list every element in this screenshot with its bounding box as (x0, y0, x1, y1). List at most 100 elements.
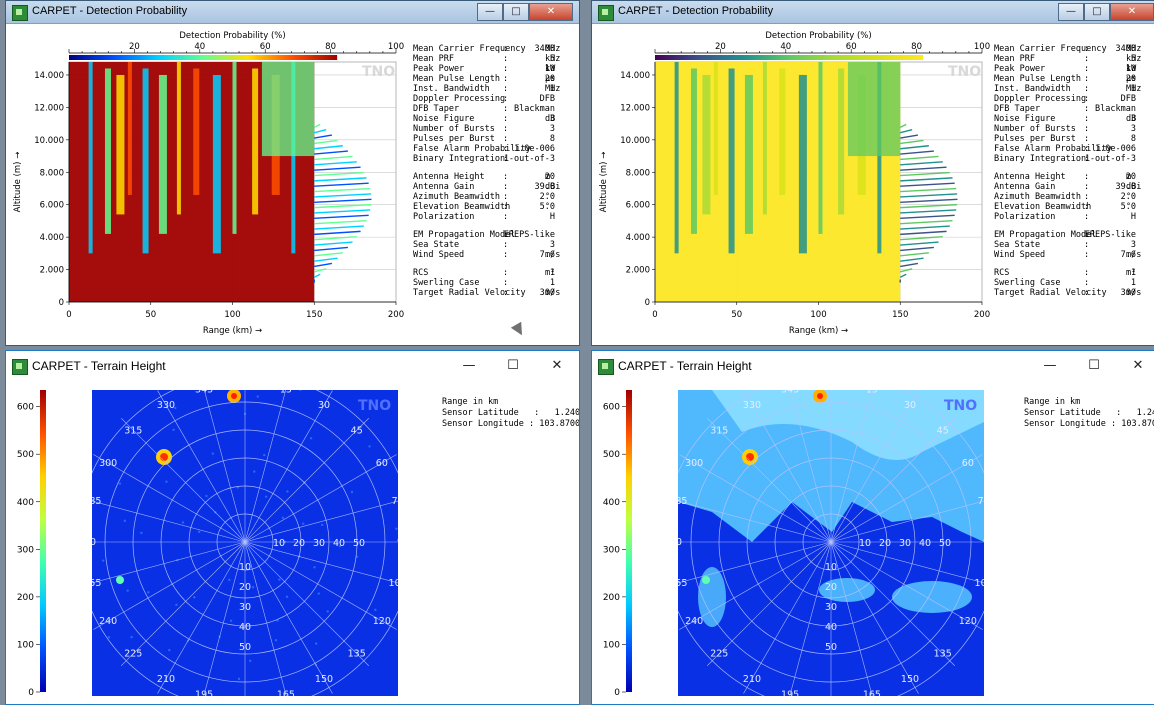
sensor-info: Range in km Sensor Latitude : 1.2400 ° S… (1024, 397, 1154, 430)
title-bar[interactable]: CARPET - Detection Probability — □ ✕ (592, 1, 1154, 24)
x-tick-label: 150 (306, 310, 322, 320)
param-value: 3 (1130, 124, 1136, 134)
y-tick-label: 4.000 (40, 233, 64, 243)
title-bar[interactable]: CARPET - Terrain Height — ☐ ✕ (6, 351, 579, 381)
minimize-button[interactable]: — (1058, 3, 1084, 21)
maximize-button[interactable]: ☐ (1072, 351, 1116, 381)
x-tick-label: 100 (810, 310, 826, 320)
terrain-height-window-left[interactable]: CARPET - Terrain Height — ☐ ✕ 0 100 200 300… (5, 350, 580, 705)
param-name: Number of Bursts (413, 124, 495, 134)
coverage-stripe (176, 62, 181, 215)
param-row: Target Radial Velocity:300 m/s (413, 288, 579, 298)
peak-hotspot (160, 453, 168, 461)
param-name: Peak Power (413, 64, 465, 74)
y-tick-label: 10.000 (620, 136, 650, 146)
coverage-stripe (142, 68, 149, 254)
terrain-height-window-right[interactable]: CARPET - Terrain Height — ☐ ✕ 0 100 200 300… (591, 350, 1154, 705)
param-row: Antenna Height:20 m (413, 172, 579, 182)
maximize-button[interactable]: □ (503, 3, 529, 21)
close-button[interactable]: ✕ (1110, 3, 1154, 21)
close-button[interactable]: ✕ (535, 351, 579, 381)
param-unit: m² (545, 268, 556, 278)
coverage-stripe (88, 62, 93, 254)
param-name: Binary Integration (413, 154, 506, 164)
close-button[interactable]: ✕ (1116, 351, 1154, 381)
title-bar[interactable]: CARPET - Detection Probability — □ ✕ (6, 1, 579, 24)
param-unit: dB (545, 114, 556, 124)
coverage-stripe (838, 68, 845, 215)
azimuth-label: 165 (863, 690, 881, 701)
coverage-stripe (818, 62, 823, 234)
param-row: False Alarm Probability:1.0e-006 (413, 144, 579, 154)
param-row: Number of Bursts: 3 (413, 124, 579, 134)
azimuth-label: 240 (685, 616, 703, 627)
coverage-stripe (744, 74, 753, 234)
param-name: DFB Taper (994, 104, 1041, 114)
maximize-button[interactable]: □ (1084, 3, 1110, 21)
azimuth-label: 60 (962, 458, 974, 469)
colorbar-tick-label: 400 (603, 498, 620, 508)
detection-probability-window-right[interactable]: CARPET - Detection Probability — □ ✕ Det… (591, 0, 1154, 346)
param-row: EM Propagation Model: EREPS-like (413, 230, 579, 240)
detection-probability-window-left[interactable]: CARPET - Detection Probability — □ ✕ Det… (5, 0, 580, 346)
param-row: Binary Integration:1-out-of-3 (413, 154, 579, 164)
param-name: EM Propagation Model (994, 230, 1097, 240)
param-value: H (1130, 212, 1136, 222)
coverage-stripe (158, 74, 167, 234)
azimuth-label: 120 (959, 616, 977, 627)
terrain-speck (350, 490, 354, 494)
param-colon: : (1084, 124, 1090, 134)
param-row: Swerling Case: 1 (413, 278, 579, 288)
range-label-east: 10 (273, 538, 285, 549)
param-value: 1-out-of-3 (1084, 154, 1136, 164)
param-name: Mean Pulse Length (994, 74, 1081, 84)
param-row: DFB Taper: Blackman (994, 104, 1154, 114)
param-colon: : (503, 182, 509, 192)
coverage-stripe (674, 62, 679, 254)
maximize-button[interactable]: ☐ (491, 351, 535, 381)
terrain-speck (118, 482, 122, 485)
azimuth-label: 330 (157, 400, 175, 411)
param-name: Wind Speed (413, 250, 465, 260)
x-axis-label: Range (km) → (203, 326, 262, 336)
param-row: Wind Speed:7.6 m/s (994, 250, 1154, 260)
close-button[interactable]: ✕ (529, 3, 573, 21)
param-unit: m/s (1126, 250, 1142, 260)
azimuth-label: 210 (743, 674, 761, 685)
terrain-speck (165, 480, 168, 483)
minimize-button[interactable]: — (447, 351, 491, 381)
range-label-south: 30 (825, 602, 837, 613)
param-name: Polarization (413, 212, 475, 222)
azimuth-label: 30 (318, 400, 330, 411)
minimize-button[interactable]: — (1028, 351, 1072, 381)
window-client: Detection Probability (%) 20 40 60 80 100 TNO 0… (592, 24, 1154, 345)
minimize-button[interactable]: — (477, 3, 503, 21)
coverage-fill (261, 62, 315, 157)
param-row: Number of Bursts: 3 (994, 124, 1154, 134)
param-value: Blackman (1095, 104, 1136, 114)
param-row: Sea State: 3 (994, 240, 1154, 250)
colorbar-tick-label: 600 (17, 403, 34, 413)
param-unit: m/s (545, 288, 561, 298)
param-colon: : (503, 44, 509, 54)
param-colon: : (1084, 94, 1090, 104)
param-name: Doppler Processing (994, 94, 1087, 104)
param-row: Polarization: H (994, 212, 1154, 222)
param-unit: MHz (545, 44, 561, 54)
azimuth-label: 15 (866, 384, 878, 395)
param-name: Mean PRF (413, 54, 454, 64)
colorbar-tick-label: 100 (17, 640, 34, 650)
param-name: Mean Pulse Length (413, 74, 500, 84)
param-unit: kW (545, 64, 556, 74)
title-bar[interactable]: CARPET - Terrain Height — ☐ ✕ (592, 351, 1154, 381)
colorbar-title: Detection Probability (%) (179, 31, 285, 41)
param-name: Elevation Beamwidth (994, 202, 1092, 212)
azimuth-label: 360 (236, 382, 254, 390)
coverage-stripe (212, 74, 221, 254)
param-row: Noise Figure:3 dB (413, 114, 579, 124)
colorbar-tick-label: 500 (17, 450, 34, 460)
param-row: Noise Figure:3 dB (994, 114, 1154, 124)
terrain-speck (326, 610, 329, 613)
param-unit: kHz (1126, 54, 1142, 64)
azimuth-label: 75 (978, 496, 990, 507)
